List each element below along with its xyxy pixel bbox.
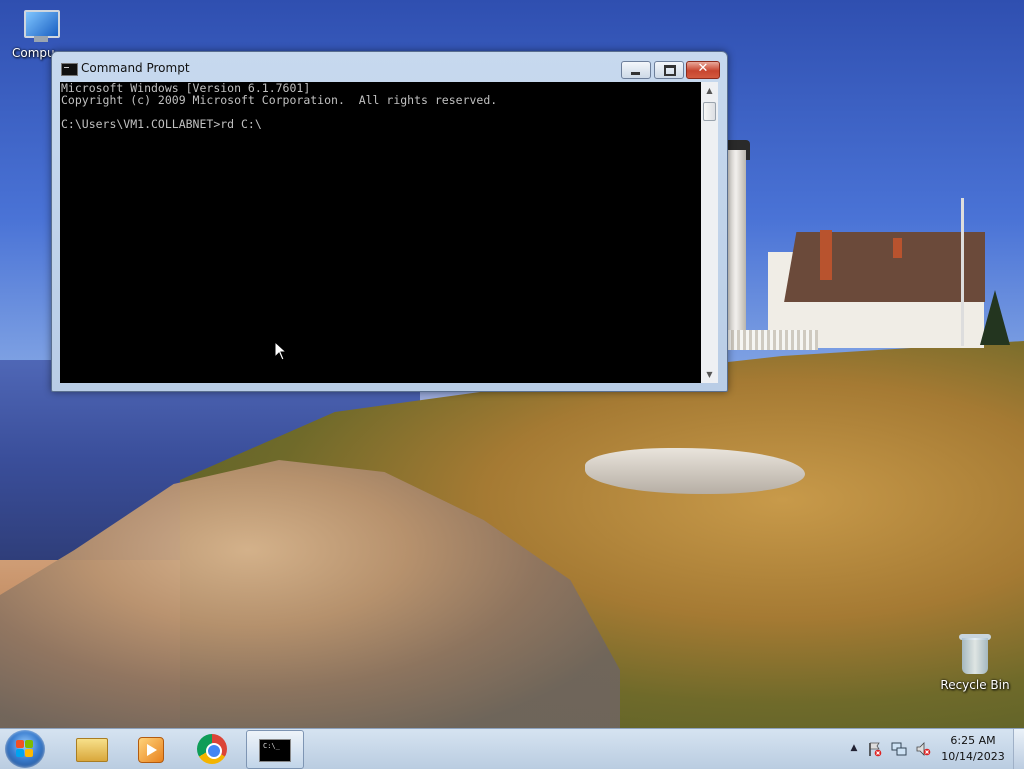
close-button[interactable]: ✕ [686,61,720,79]
taskbar: C:\_ ▲ 6:25 AM 10/14/2023 [0,728,1024,769]
maximize-button[interactable] [654,61,684,79]
command-prompt-icon: C:\_ [259,739,291,762]
minimize-icon [631,72,640,75]
console-prompt-line: C:\Users\VM1.COLLABNET>rd C:\ [61,117,262,131]
windows-logo-icon [16,740,34,758]
wallpaper-roof [784,232,985,302]
taskbar-command-prompt[interactable]: C:\_ [246,730,304,769]
taskbar-clock[interactable]: 6:25 AM 10/14/2023 [934,733,1012,765]
action-center-flag-icon[interactable] [867,741,883,757]
command-prompt-window[interactable]: Command Prompt ✕ Microsoft Windows [Vers… [51,51,728,392]
network-icon[interactable] [891,741,907,757]
cmd-glyph-text: C:\_ [263,742,280,750]
vertical-scrollbar[interactable]: ▲ ▼ [701,82,718,383]
console-output[interactable]: Microsoft Windows [Version 6.1.7601] Cop… [60,82,701,383]
clock-time: 6:25 AM [950,734,996,747]
window-title: Command Prompt [81,61,190,75]
show-desktop-button[interactable] [1013,729,1024,769]
taskbar-explorer[interactable] [60,730,116,767]
command-prompt-icon [61,63,78,76]
wallpaper-chimney [820,230,832,280]
chrome-icon [197,734,227,764]
taskbar-chrome[interactable] [185,730,241,767]
minimize-button[interactable] [621,61,651,79]
lighthouse [726,150,746,330]
volume-muted-icon[interactable] [915,741,931,757]
show-hidden-icons-icon[interactable]: ▲ [846,743,862,759]
scroll-down-arrow-icon[interactable]: ▼ [701,366,718,383]
start-button[interactable] [5,730,45,768]
media-player-icon [138,737,164,763]
folder-icon [76,738,108,762]
computer-icon [20,8,60,44]
scroll-up-arrow-icon[interactable]: ▲ [701,82,718,99]
desktop-icon-label: Recycle Bin [940,678,1010,692]
wallpaper-fence [728,330,818,350]
desktop-icon-recycle-bin[interactable]: Recycle Bin [935,632,1015,692]
scroll-thumb[interactable] [703,102,716,121]
console-line: Copyright (c) 2009 Microsoft Corporation… [61,93,498,107]
taskbar-media-player[interactable] [120,730,176,767]
recycle-bin-icon [958,632,992,676]
close-icon: ✕ [697,61,709,76]
clock-date: 10/14/2023 [941,750,1005,763]
maximize-icon [664,65,676,76]
wallpaper-flagpole [961,198,964,346]
wallpaper-chimney-small [893,238,902,258]
window-titlebar[interactable]: Command Prompt ✕ [52,52,727,82]
